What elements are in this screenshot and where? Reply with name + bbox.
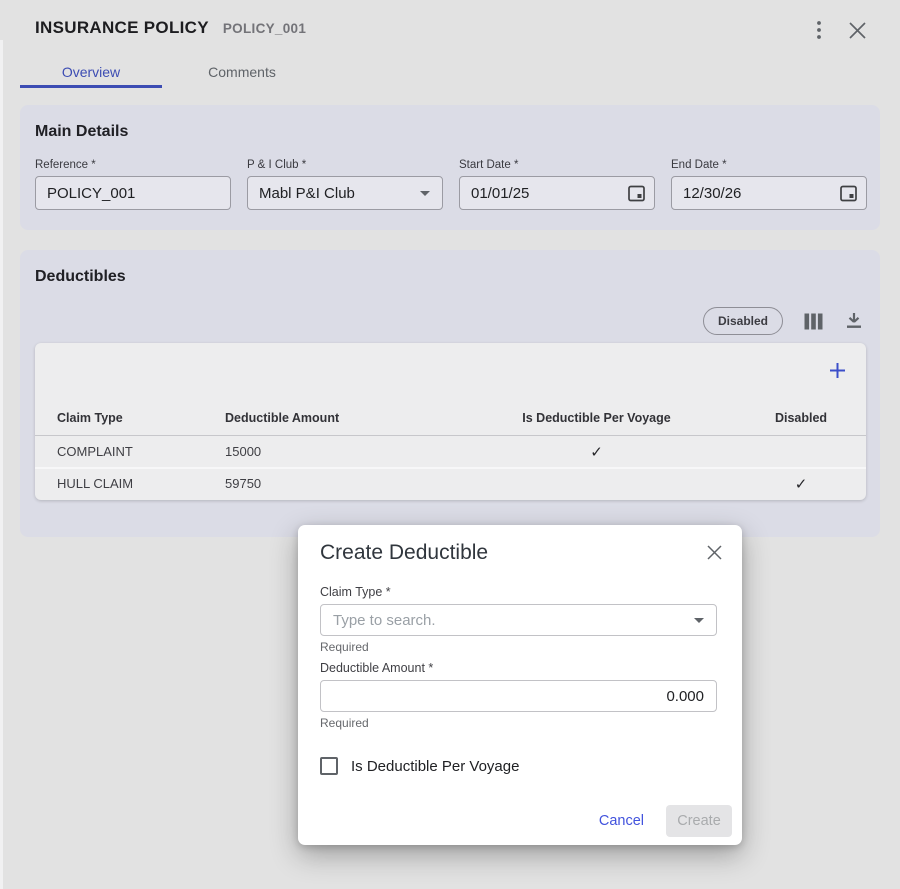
deductible-amount-input[interactable] (321, 681, 716, 711)
deductibles-section: Deductibles Disabled Claim Type Deductib… (20, 250, 880, 537)
tab-overview[interactable]: Overview (20, 55, 162, 88)
kebab-menu-icon[interactable] (809, 19, 829, 41)
dialog-header: INSURANCE POLICY POLICY_001 (35, 18, 306, 38)
tab-overview-label: Overview (62, 64, 120, 80)
col-deductible-amount: Deductible Amount (225, 411, 457, 425)
cell-claim-type: COMPLAINT (57, 444, 225, 459)
pni-club-value[interactable] (248, 177, 442, 209)
main-details-title: Main Details (35, 123, 128, 141)
start-date-field: Start Date * (459, 159, 655, 210)
policy-reference-subtitle: POLICY_001 (223, 21, 306, 36)
calendar-icon[interactable] (840, 184, 857, 202)
col-per-voyage: Is Deductible Per Voyage (457, 411, 736, 425)
start-date-label: Start Date * (459, 159, 655, 171)
checkmark-icon: ✓ (736, 475, 866, 493)
deductible-amount-required-hint: Required (320, 716, 717, 730)
active-tab-indicator (20, 85, 162, 88)
columns-icon[interactable] (802, 310, 824, 332)
page-title: INSURANCE POLICY (35, 18, 209, 38)
modal-footer: Cancel Create (599, 805, 732, 837)
table-row[interactable]: HULL CLAIM 59750 ✓ (35, 467, 866, 498)
claim-type-required-hint: Required (320, 640, 717, 654)
deductible-amount-group: Deductible Amount * Required (320, 661, 717, 730)
end-date-label: End Date * (671, 159, 867, 171)
main-details-fields: Reference * P & I Club * Start Date * En… (35, 159, 867, 210)
pni-club-field: P & I Club * (247, 159, 443, 210)
reference-label: Reference * (35, 159, 231, 171)
cell-claim-type: HULL CLAIM (57, 476, 225, 491)
pni-club-select[interactable] (247, 176, 443, 210)
chevron-down-icon (420, 191, 430, 196)
deductibles-table: Claim Type Deductible Amount Is Deductib… (35, 343, 866, 500)
tab-bar: Overview Comments (20, 55, 322, 88)
claim-type-label: Claim Type * (320, 585, 717, 599)
table-row[interactable]: COMPLAINT 15000 ✓ (35, 436, 866, 467)
create-deductible-modal: Create Deductible Claim Type * Required … (298, 525, 742, 845)
disabled-chip-label: Disabled (718, 314, 768, 328)
calendar-icon[interactable] (628, 184, 645, 202)
start-date-input[interactable] (460, 177, 654, 209)
create-button[interactable]: Create (666, 805, 732, 837)
page-left-edge (0, 40, 3, 889)
cell-deductible-amount: 15000 (225, 444, 457, 459)
pni-club-label: P & I Club * (247, 159, 443, 171)
deductibles-title: Deductibles (35, 268, 126, 286)
close-icon[interactable] (846, 19, 868, 41)
per-voyage-checkbox-row[interactable]: Is Deductible Per Voyage (320, 757, 519, 775)
col-claim-type: Claim Type (57, 411, 225, 425)
table-add-row (35, 343, 866, 400)
reference-field: Reference * (35, 159, 231, 210)
cell-deductible-amount: 59750 (225, 476, 457, 491)
end-date-input[interactable] (672, 177, 866, 209)
reference-input[interactable] (36, 177, 230, 209)
claim-type-combobox[interactable] (320, 604, 717, 636)
deductibles-toolbar: Disabled (703, 307, 865, 335)
modal-close-icon[interactable] (703, 541, 725, 563)
table-header-row: Claim Type Deductible Amount Is Deductib… (35, 400, 866, 436)
chevron-down-icon (694, 618, 704, 623)
end-date-field: End Date * (671, 159, 867, 210)
tab-comments[interactable]: Comments (162, 55, 322, 88)
per-voyage-checkbox[interactable] (320, 757, 338, 775)
deductible-amount-label: Deductible Amount * (320, 661, 717, 675)
col-disabled: Disabled (736, 411, 866, 425)
main-details-section: Main Details Reference * P & I Club * St… (20, 105, 880, 230)
modal-title: Create Deductible (320, 541, 488, 565)
add-deductible-button[interactable] (822, 355, 852, 385)
cancel-button[interactable]: Cancel (599, 813, 644, 829)
claim-type-group: Claim Type * Required (320, 585, 717, 654)
claim-type-search-input[interactable] (321, 605, 716, 635)
download-icon[interactable] (843, 310, 865, 332)
per-voyage-checkbox-label: Is Deductible Per Voyage (351, 758, 519, 775)
checkmark-icon: ✓ (457, 443, 736, 461)
tab-comments-label: Comments (208, 64, 276, 80)
disabled-filter-chip[interactable]: Disabled (703, 307, 783, 335)
